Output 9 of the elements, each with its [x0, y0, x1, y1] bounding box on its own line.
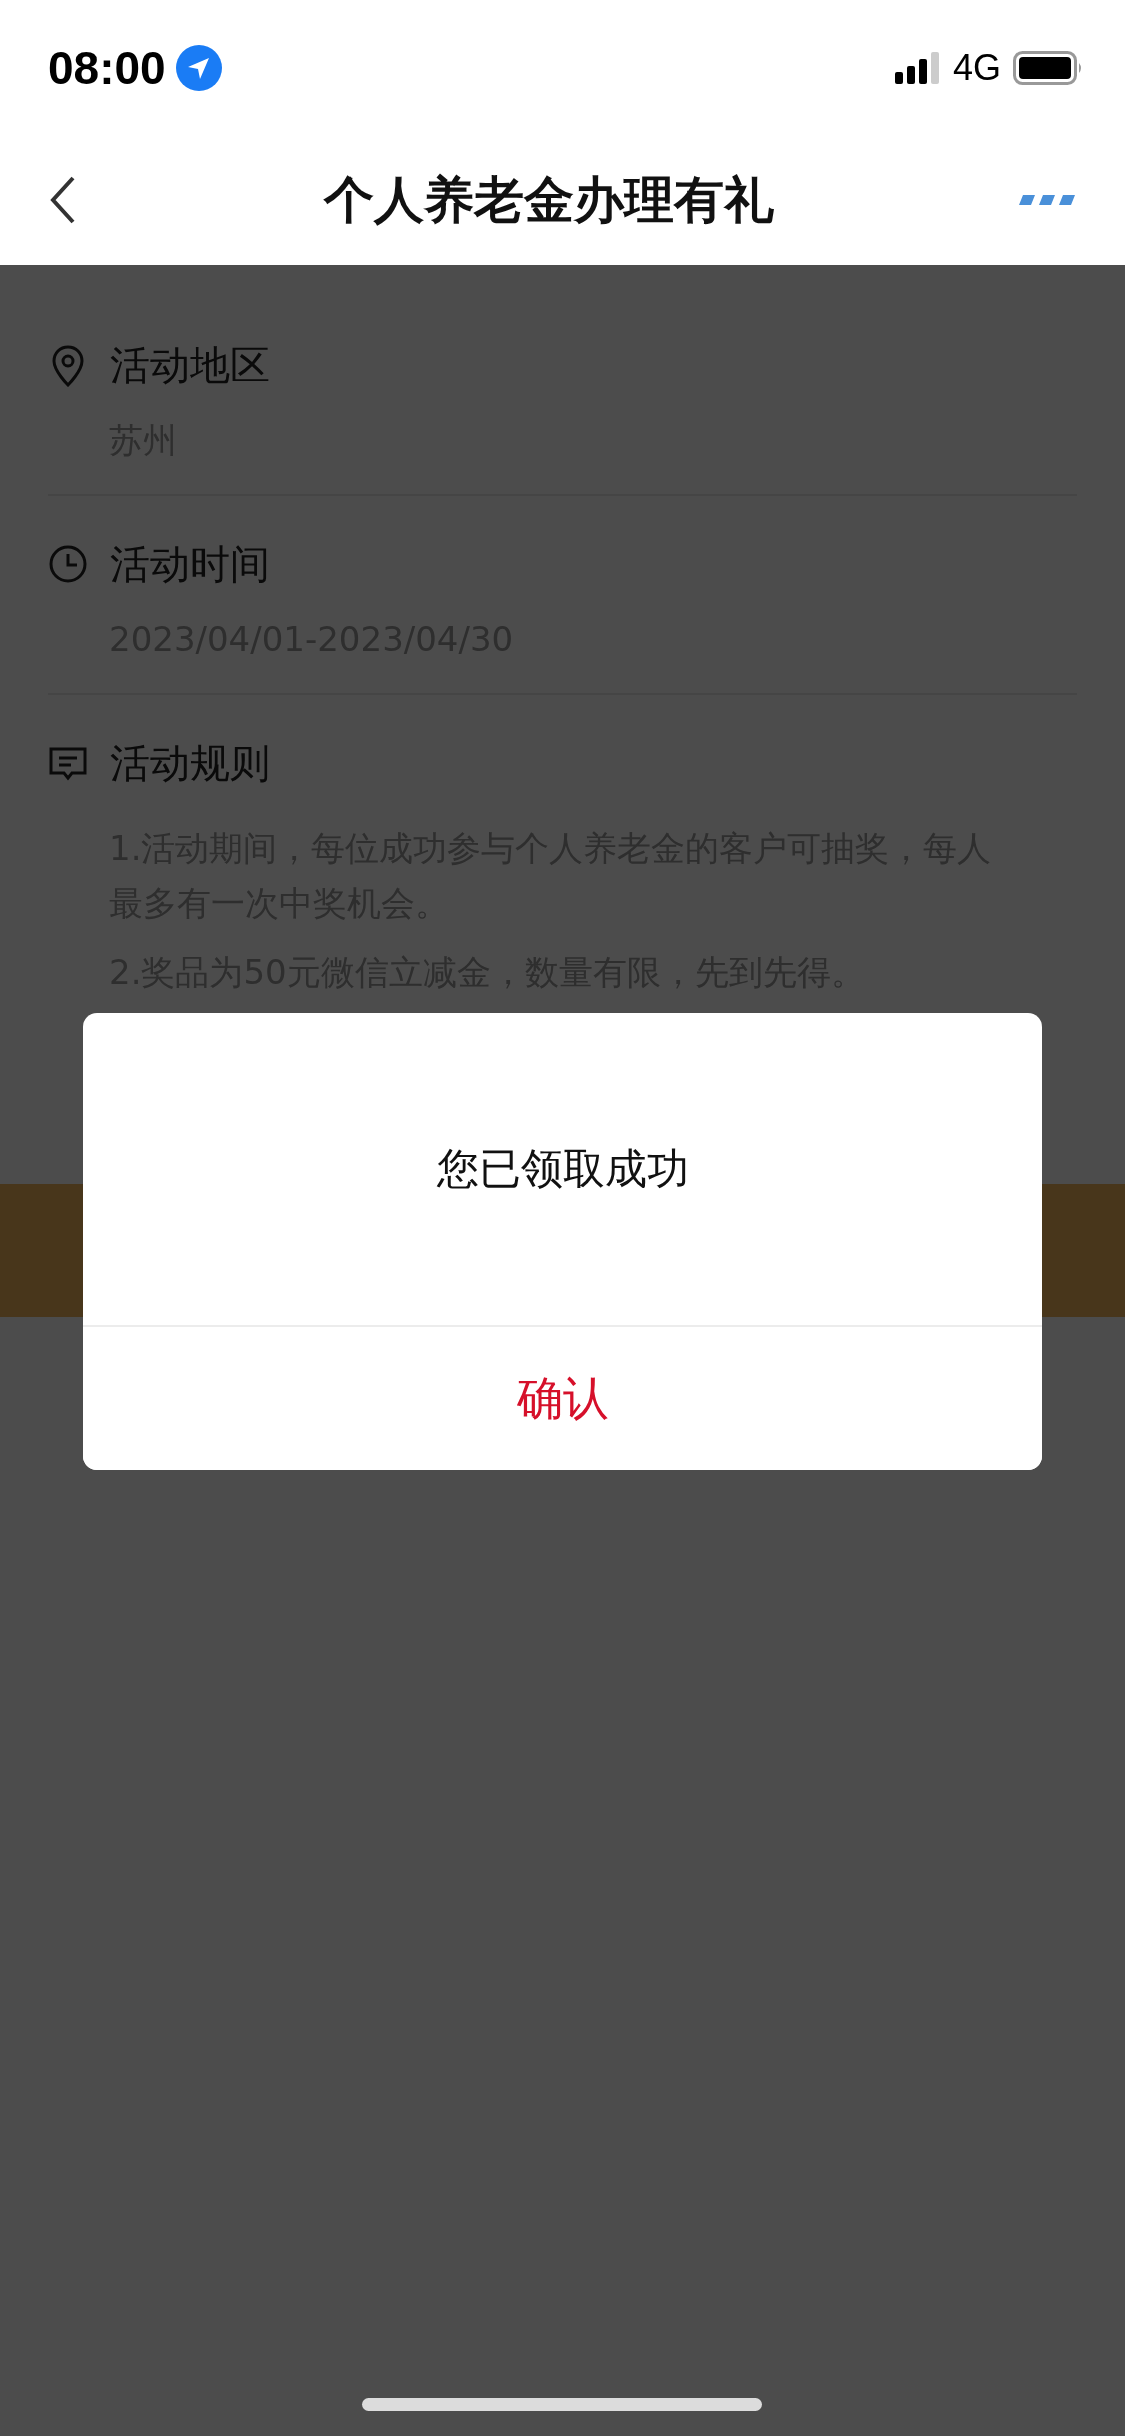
network-label: 4G — [952, 46, 1001, 89]
section-heading: 活动规则 — [110, 738, 270, 788]
battery-icon — [1013, 50, 1083, 85]
section-heading: 活动时间 — [110, 539, 270, 589]
status-time: 08:00 — [48, 40, 166, 95]
more-icon[interactable] — [1019, 193, 1075, 207]
section-heading: 活动地区 — [110, 340, 270, 390]
page-title: 个人养老金办理有礼 — [323, 169, 774, 231]
signal-icon — [894, 51, 941, 84]
